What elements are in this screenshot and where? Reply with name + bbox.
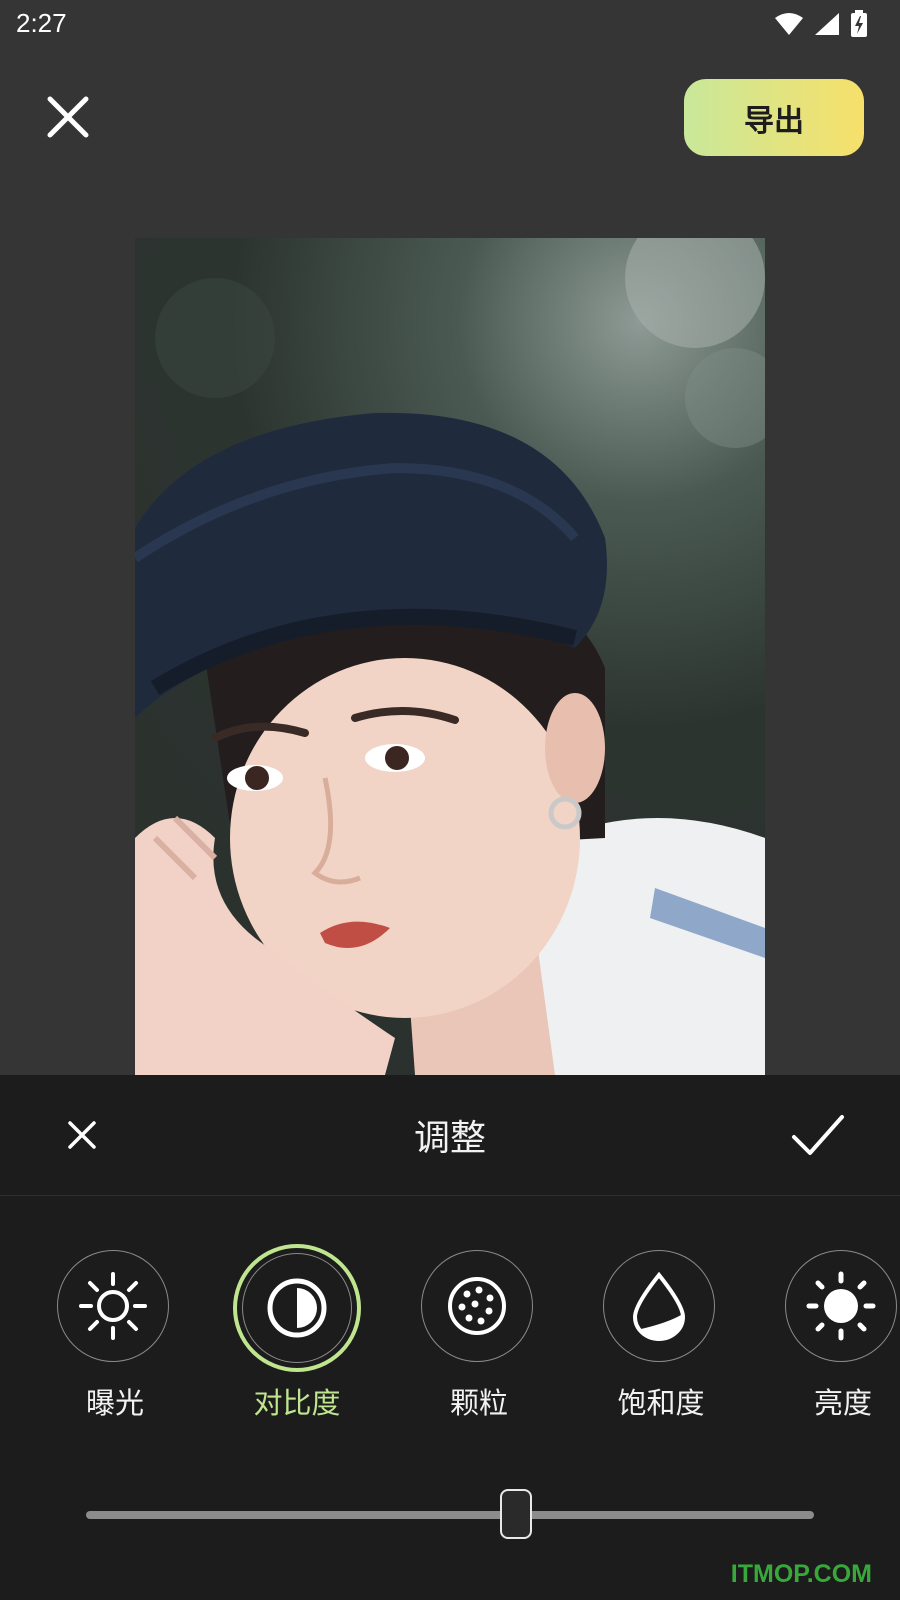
tool-contrast-ring: [233, 1244, 361, 1372]
close-icon: [47, 96, 89, 138]
tool-brightness-ring: [785, 1250, 897, 1362]
tool-saturation-ring: [603, 1250, 715, 1362]
tool-exposure-ring: [57, 1250, 169, 1362]
tool-brightness[interactable]: 亮度: [763, 1250, 900, 1450]
tool-grain[interactable]: 颗粒: [399, 1250, 559, 1450]
tool-contrast-inner-ring: [242, 1253, 352, 1363]
checkmark-icon: [792, 1115, 844, 1155]
status-icons: [774, 10, 868, 38]
tool-contrast[interactable]: 对比度: [217, 1244, 377, 1450]
photo-preview: [135, 238, 765, 1075]
grain-icon: [448, 1277, 506, 1335]
tool-contrast-label: 对比度: [253, 1386, 341, 1420]
watermark: ITMOP.COM: [730, 1560, 872, 1588]
signal-icon: [815, 13, 839, 35]
slider-thumb[interactable]: [499, 1489, 532, 1539]
status-bar: 2:27: [0, 0, 900, 50]
panel-header: 调整: [0, 1075, 900, 1196]
close-editor-button[interactable]: [44, 93, 92, 141]
tool-grain-label: 颗粒: [449, 1386, 508, 1420]
tool-brightness-label: 亮度: [813, 1386, 872, 1420]
export-button[interactable]: 导出: [684, 79, 864, 156]
tool-list: 曝光 对比度 颗粒 饱和度 亮度: [0, 1244, 900, 1450]
tool-saturation-label: 饱和度: [617, 1386, 705, 1420]
tool-exposure-label: 曝光: [85, 1386, 144, 1420]
sun-outline-icon: [79, 1272, 147, 1340]
battery-charging-icon: [851, 10, 867, 37]
tool-grain-ring: [421, 1250, 533, 1362]
wifi-icon: [775, 13, 803, 35]
tool-saturation[interactable]: 饱和度: [581, 1250, 741, 1450]
panel-title: 调整: [413, 1118, 486, 1159]
droplet-icon: [632, 1271, 686, 1341]
tool-exposure[interactable]: 曝光: [35, 1250, 195, 1450]
status-time: 2:27: [16, 8, 67, 38]
sun-filled-icon: [806, 1271, 876, 1341]
contrast-icon: [267, 1278, 327, 1338]
panel-confirm-button[interactable]: [790, 1111, 846, 1159]
adjust-slider[interactable]: [86, 1489, 814, 1560]
slider-track[interactable]: [86, 1511, 814, 1519]
